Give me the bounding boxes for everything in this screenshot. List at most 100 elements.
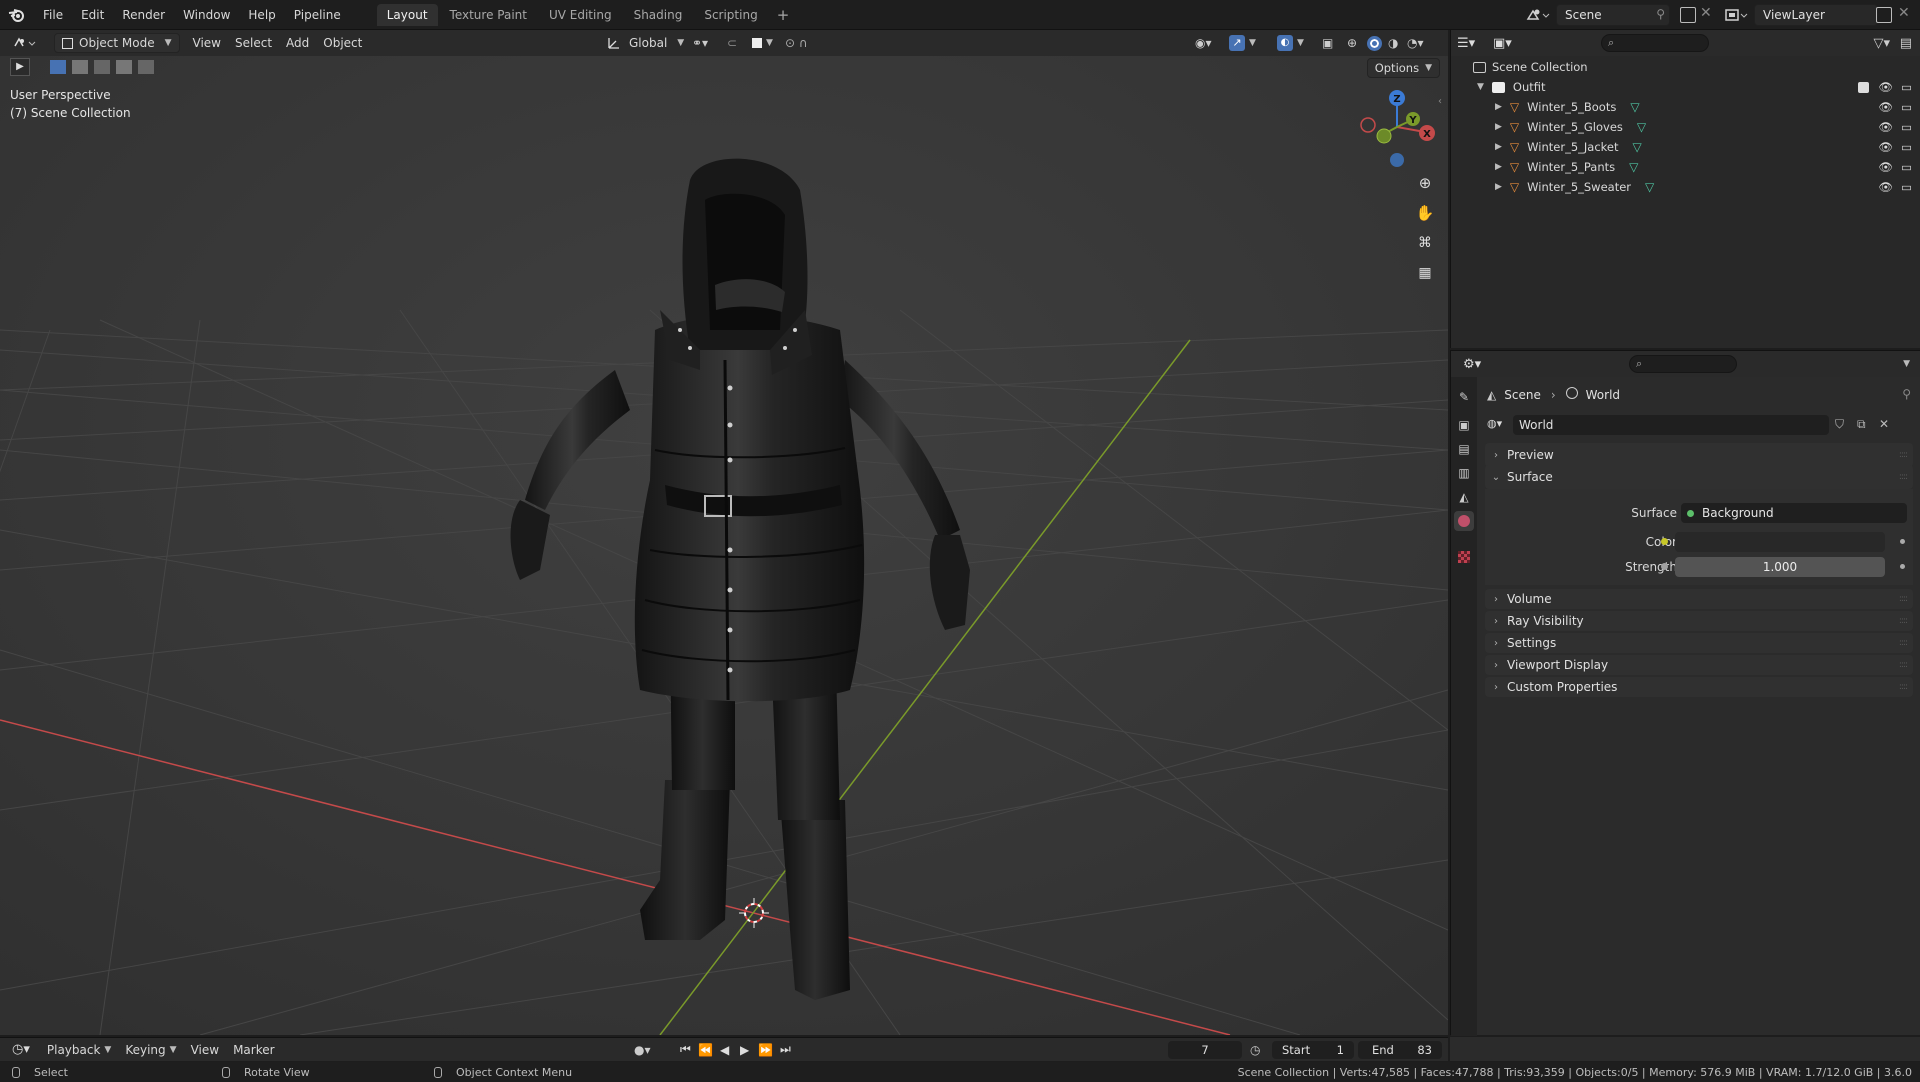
- unlink-icon[interactable]: ✕: [1879, 417, 1889, 431]
- scene-tab-icon[interactable]: ◭: [1454, 487, 1474, 507]
- panel-surface[interactable]: ⌄ Surface ::::: [1485, 465, 1913, 489]
- delete-scene-icon[interactable]: ✕: [1700, 5, 1712, 21]
- menu-view[interactable]: View: [186, 33, 228, 53]
- filter-icon[interactable]: ▽▾: [1873, 36, 1890, 51]
- transform-orientation-dropdown[interactable]: Global ▼: [600, 33, 691, 53]
- jump-keyframe-forward-icon[interactable]: ⏩: [758, 1043, 773, 1057]
- pin-icon[interactable]: ⚲: [1656, 7, 1665, 21]
- 3d-viewport[interactable]: Z X Y Object Mode ▼ View Select Add Obje…: [0, 30, 1448, 1035]
- tab-scripting[interactable]: Scripting: [694, 4, 767, 26]
- object-mode-dropdown[interactable]: Object Mode ▼: [54, 33, 180, 53]
- jump-keyframe-back-icon[interactable]: ⏪: [698, 1043, 713, 1057]
- tab-shading[interactable]: Shading: [624, 4, 693, 26]
- world-name-field[interactable]: World: [1513, 415, 1829, 435]
- tab-layout[interactable]: Layout: [376, 3, 438, 26]
- menu-keying[interactable]: Keying ▼: [118, 1040, 183, 1060]
- snap-target-icon[interactable]: ▼: [745, 33, 780, 53]
- view-layer-field[interactable]: ViewLayer: [1754, 4, 1878, 26]
- add-workspace-button[interactable]: +: [769, 6, 798, 24]
- monitor-icon[interactable]: ▭: [1901, 120, 1912, 134]
- gizmo-toggle-icon[interactable]: ↗ ▼: [1222, 33, 1263, 53]
- menu-select[interactable]: Select: [228, 33, 279, 53]
- properties-editor-type-icon[interactable]: ⚙▾: [1463, 357, 1481, 372]
- menu-add[interactable]: Add: [279, 33, 316, 53]
- menu-window[interactable]: Window: [174, 0, 239, 30]
- mesh-data-icon[interactable]: ▽: [1632, 140, 1641, 154]
- outliner-row-object[interactable]: ▶ ▽ Winter_5_Jacket ▽ 👁 ▭: [1451, 137, 1920, 157]
- monitor-icon[interactable]: ▭: [1901, 100, 1912, 114]
- proportional-edit-icon[interactable]: ⊙ ∩: [778, 33, 815, 53]
- outliner-search-input[interactable]: ⌕: [1601, 34, 1709, 52]
- world-datablock-selector[interactable]: ◍▾ World: [1485, 415, 1829, 435]
- timeline-editor-type-icon[interactable]: ◷▾: [12, 1042, 30, 1057]
- new-view-layer-icon[interactable]: [1876, 7, 1892, 23]
- monitor-icon[interactable]: ▭: [1901, 140, 1912, 154]
- breadcrumb-scene[interactable]: Scene: [1504, 388, 1541, 402]
- menu-render[interactable]: Render: [113, 0, 174, 30]
- strength-field[interactable]: 1.000: [1675, 557, 1885, 577]
- color-swatch[interactable]: [1675, 532, 1885, 552]
- world-tab-icon[interactable]: [1454, 511, 1474, 531]
- panel-preview[interactable]: › Preview ::::: [1485, 443, 1913, 467]
- jump-start-icon[interactable]: ⏮: [680, 1042, 691, 1057]
- tab-texture-paint[interactable]: Texture Paint: [440, 4, 537, 26]
- panel-settings[interactable]: › Settings::::: [1485, 633, 1913, 653]
- drag-grip-icon[interactable]: ::::: [1899, 594, 1908, 604]
- editor-type-button[interactable]: [6, 33, 46, 53]
- viewport-scene[interactable]: Z X Y: [0, 30, 1448, 1035]
- outliner-row-object[interactable]: ▶ ▽ Winter_5_Gloves ▽ 👁 ▭: [1451, 117, 1920, 137]
- scene-name-field[interactable]: Scene ⚲: [1556, 4, 1670, 26]
- eye-icon[interactable]: 👁: [1878, 80, 1893, 94]
- duplicate-icon[interactable]: ⧉: [1857, 417, 1866, 432]
- rendered-shading-icon[interactable]: ◔▾: [1400, 33, 1431, 53]
- zoom-icon[interactable]: ⊕: [1412, 170, 1438, 196]
- mesh-data-icon[interactable]: ▽: [1629, 160, 1638, 174]
- collapse-arrow-icon[interactable]: ‹: [1438, 96, 1442, 107]
- menu-timeline-view[interactable]: View: [184, 1040, 226, 1060]
- pivot-point-icon[interactable]: ⚭▾: [685, 33, 715, 53]
- visibility-selector-icon[interactable]: ◉▾: [1188, 33, 1219, 53]
- display-mode-icon[interactable]: ▣▾: [1493, 36, 1523, 51]
- drag-grip-icon[interactable]: ::::: [1899, 450, 1908, 460]
- color-socket-icon[interactable]: [1661, 538, 1668, 545]
- panel-viewport-display[interactable]: › Viewport Display::::: [1485, 655, 1913, 675]
- select-intersect-icon[interactable]: [138, 60, 154, 74]
- blender-logo-icon[interactable]: [0, 0, 34, 30]
- menu-playback[interactable]: Playback ▼: [40, 1040, 118, 1060]
- play-icon[interactable]: ▶: [740, 1043, 749, 1057]
- keyframe-dot-icon[interactable]: [1900, 564, 1905, 569]
- select-extend-icon[interactable]: [72, 60, 88, 74]
- output-tab-icon[interactable]: ▤: [1454, 439, 1474, 459]
- world-browse-icon[interactable]: ◍▾: [1487, 417, 1502, 430]
- menu-pipeline[interactable]: Pipeline: [285, 0, 350, 30]
- stopwatch-icon[interactable]: ◷: [1250, 1043, 1260, 1057]
- options-dropdown[interactable]: Options ▼: [1366, 58, 1440, 78]
- eye-icon[interactable]: 👁: [1878, 120, 1893, 134]
- collection-checkbox[interactable]: [1858, 81, 1869, 93]
- properties-search-input[interactable]: ⌕: [1629, 355, 1737, 373]
- menu-help[interactable]: Help: [239, 0, 284, 30]
- drag-grip-icon[interactable]: ::::: [1899, 616, 1908, 626]
- expand-arrow-icon[interactable]: ▶: [1495, 162, 1502, 172]
- texture-tab-icon[interactable]: [1454, 547, 1474, 567]
- select-tool-icon[interactable]: ▶: [10, 58, 30, 76]
- view-layer-tab-icon[interactable]: ▥: [1454, 463, 1474, 483]
- current-frame-field[interactable]: 7: [1168, 1041, 1242, 1059]
- menu-edit[interactable]: Edit: [72, 0, 113, 30]
- ortho-toggle-icon[interactable]: ▦: [1412, 260, 1438, 286]
- expand-arrow-icon[interactable]: ▶: [1495, 122, 1502, 132]
- overlays-toggle-icon[interactable]: ◐ ▼: [1270, 33, 1311, 53]
- auto-keying-icon[interactable]: ●▾: [634, 1043, 651, 1057]
- properties-options-chevron-icon[interactable]: ▼: [1903, 359, 1910, 369]
- end-frame-field[interactable]: End 83: [1358, 1041, 1442, 1059]
- monitor-icon[interactable]: ▭: [1901, 180, 1912, 194]
- snap-icon[interactable]: ⊂: [720, 33, 744, 53]
- fake-user-shield-icon[interactable]: ⛉: [1835, 417, 1844, 432]
- breadcrumb-world[interactable]: World: [1586, 388, 1620, 402]
- jump-end-icon[interactable]: ⏭: [780, 1042, 791, 1057]
- scene-selector-icon[interactable]: [1526, 6, 1554, 24]
- strength-socket-icon[interactable]: [1661, 563, 1668, 570]
- keyframe-dot-icon[interactable]: [1900, 539, 1905, 544]
- outliner-row-object[interactable]: ▶ ▽ Winter_5_Boots ▽ 👁 ▭: [1451, 97, 1920, 117]
- outliner-row-scene-collection[interactable]: Scene Collection: [1451, 57, 1920, 77]
